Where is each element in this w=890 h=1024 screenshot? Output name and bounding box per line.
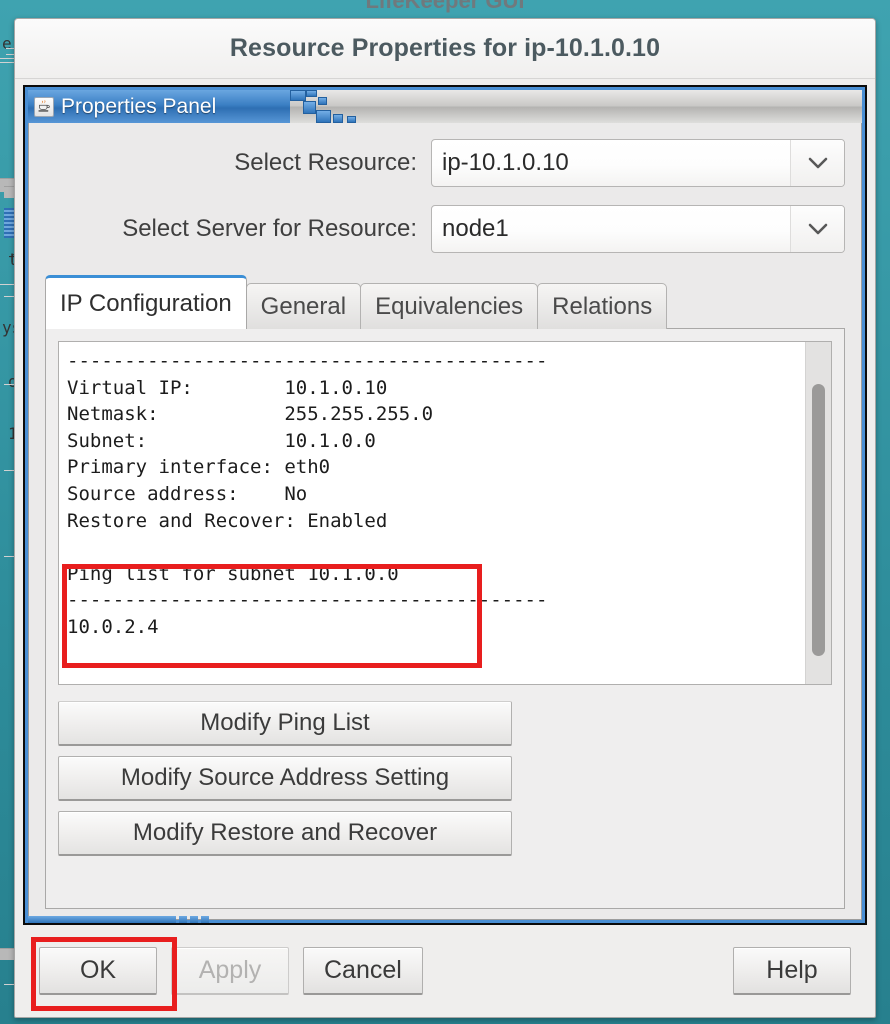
decor-block-icon: [347, 116, 356, 123]
properties-panel-titlebar[interactable]: Properties Panel: [28, 90, 862, 123]
button-label: Modify Source Address Setting: [120, 764, 450, 791]
help-button[interactable]: Help: [733, 947, 851, 995]
ip-configuration-textarea-wrapper: ----------------------------------------…: [58, 341, 832, 685]
decor-block-icon: [306, 90, 317, 97]
button-label: Help: [766, 956, 818, 984]
decor-block-icon: [303, 101, 316, 114]
button-label: Modify Restore and Recover: [132, 819, 438, 846]
ip-configuration-panel: ----------------------------------------…: [45, 328, 845, 909]
button-label: Apply: [198, 956, 262, 984]
cancel-button[interactable]: Cancel: [303, 947, 423, 995]
select-resource-label: Select Resource:: [234, 149, 417, 176]
decor-block-icon: [290, 90, 306, 101]
tab-general[interactable]: General: [245, 283, 362, 329]
modify-restore-and-recover-button[interactable]: Modify Restore and Recover: [58, 811, 512, 856]
decor-bar-icon: [28, 916, 176, 923]
scrollbar-thumb[interactable]: [812, 384, 825, 656]
select-server-value: node1: [442, 215, 509, 242]
tab-ip-configuration[interactable]: IP Configuration: [45, 275, 247, 329]
select-resource-dropdown[interactable]: ip-10.1.0.10: [431, 139, 845, 187]
dialog-titlebar: Resource Properties for ip-10.1.0.10: [15, 19, 875, 79]
ip-configuration-textarea[interactable]: ----------------------------------------…: [59, 342, 805, 684]
tab-label: General: [260, 292, 347, 320]
decor-block-icon: [316, 110, 331, 123]
decor-block-icon: [318, 97, 327, 105]
decor-block-icon: [190, 916, 198, 923]
select-resource-value: ip-10.1.0.10: [442, 149, 569, 176]
select-server-label: Select Server for Resource:: [122, 215, 417, 242]
ok-button[interactable]: OK: [39, 947, 157, 995]
decor-block-icon: [179, 916, 187, 923]
tab-label: Relations: [552, 292, 653, 320]
dialog-footer: OK Apply Cancel Help: [23, 925, 867, 1017]
frame-bottom-decoration: [28, 916, 862, 923]
properties-panel-frame: Properties Panel Select Resource: ip-10.…: [23, 85, 867, 925]
tab-label: IP Configuration: [60, 289, 232, 317]
properties-panel-content: Select Resource: ip-10.1.0.10 Select Ser…: [28, 123, 862, 920]
apply-button: Apply: [171, 947, 289, 995]
decor-block-icon: [201, 916, 209, 923]
select-server-row: Select Server for Resource: node1: [45, 205, 845, 253]
select-server-dropdown[interactable]: node1: [431, 205, 845, 253]
chevron-down-icon[interactable]: [790, 140, 844, 186]
modify-source-address-setting-button[interactable]: Modify Source Address Setting: [58, 756, 512, 801]
background-window-title-cutoff: LifeKeeper GUI: [365, 0, 525, 13]
bg-text-fragment: e: [2, 34, 12, 53]
tab-relations[interactable]: Relations: [537, 283, 668, 329]
modify-ping-list-button[interactable]: Modify Ping List: [58, 701, 512, 746]
textarea-scrollbar[interactable]: [805, 342, 831, 684]
properties-panel-title-active-area: Properties Panel: [28, 90, 290, 123]
tabstrip: IP Configuration General Equivalencies R…: [45, 275, 845, 329]
button-label: OK: [79, 956, 117, 984]
tab-label: Equivalencies: [375, 292, 524, 320]
select-resource-row: Select Resource: ip-10.1.0.10: [45, 139, 845, 187]
button-label: Modify Ping List: [200, 709, 370, 736]
decor-block-icon: [333, 114, 343, 123]
action-buttons-group: Modify Ping List Modify Source Address S…: [58, 701, 832, 856]
button-label: Cancel: [324, 956, 402, 984]
resource-properties-dialog: Resource Properties for ip-10.1.0.10 Pro…: [14, 18, 876, 1018]
dialog-body: Properties Panel Select Resource: ip-10.…: [15, 79, 875, 1017]
tab-equivalencies[interactable]: Equivalencies: [360, 283, 539, 329]
properties-panel-title: Properties Panel: [61, 94, 217, 118]
java-coffee-cup-icon: [34, 96, 54, 117]
chevron-down-icon[interactable]: [790, 206, 844, 252]
page-title: Resource Properties for ip-10.1.0.10: [229, 34, 661, 62]
